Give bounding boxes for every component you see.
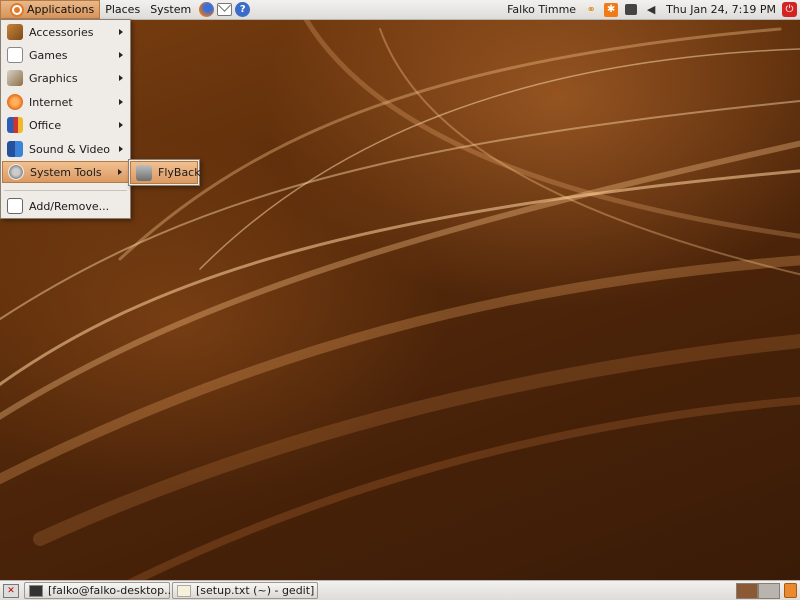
graphics-icon <box>7 70 23 86</box>
workspace-1[interactable] <box>736 583 758 599</box>
system-menu-button[interactable]: System <box>145 0 196 19</box>
top-panel-right: Falko Timme ⚭ ✱ ◀ Thu Jan 24, 7:19 PM ⏻ <box>507 0 800 19</box>
trash-icon[interactable] <box>784 583 797 598</box>
submenu-arrow-icon <box>119 52 123 58</box>
taskbar-window-terminal[interactable]: [falko@falko-desktop... <box>24 582 175 599</box>
accessories-icon <box>7 24 23 40</box>
menu-item-label: Sound & Video <box>29 142 111 156</box>
terminal-icon <box>29 584 43 597</box>
submenu-arrow-icon <box>119 122 123 128</box>
menu-item-flyback[interactable]: FlyBack <box>130 161 201 184</box>
applications-menu: Accessories Games Graphics Internet Offi… <box>0 19 131 219</box>
submenu-arrow-icon <box>119 75 123 81</box>
menu-item-label: Graphics <box>29 71 78 85</box>
submenu-arrow-icon <box>119 29 123 35</box>
mail-icon[interactable] <box>217 3 233 16</box>
system-tools-submenu: FlyBack <box>128 159 201 186</box>
gedit-icon <box>177 584 191 597</box>
internet-icon <box>7 94 23 110</box>
power-icon[interactable]: ⏻ <box>782 2 797 17</box>
menu-item-label: FlyBack <box>158 166 201 179</box>
menu-item-system-tools[interactable]: System Tools <box>2 161 129 183</box>
workspace-2[interactable] <box>758 583 780 599</box>
menu-item-games[interactable]: Games <box>2 44 129 66</box>
bottom-panel: ✕ [falko@falko-desktop... [setup.txt (~)… <box>0 580 800 600</box>
menu-item-graphics[interactable]: Graphics <box>2 67 129 89</box>
firefox-icon[interactable] <box>199 2 215 17</box>
workspace-switcher <box>736 583 780 599</box>
system-tools-icon <box>8 164 24 180</box>
ubuntu-logo-icon <box>10 2 24 17</box>
volume-icon[interactable]: ◀ <box>644 3 658 17</box>
clock[interactable]: Thu Jan 24, 7:19 PM <box>666 3 776 16</box>
applications-menu-button[interactable]: Applications <box>0 0 101 19</box>
games-icon <box>7 47 23 63</box>
menu-item-label: Games <box>29 48 68 62</box>
menu-item-label: Internet <box>29 95 73 109</box>
user-name[interactable]: Falko Timme <box>507 3 576 16</box>
menu-separator <box>4 190 127 191</box>
menu-item-label: System Tools <box>30 165 102 179</box>
submenu-arrow-icon <box>119 99 123 105</box>
network-icon[interactable] <box>624 3 638 17</box>
menu-item-sound-video[interactable]: Sound & Video <box>2 138 129 160</box>
menu-item-label: Office <box>29 118 62 132</box>
taskbar-window-label: [setup.txt (~) - gedit] <box>196 584 315 597</box>
add-remove-icon <box>7 198 23 214</box>
top-panel: Applications Places System ? Falko Timme… <box>0 0 800 20</box>
menu-item-internet[interactable]: Internet <box>2 91 129 113</box>
submenu-arrow-icon <box>119 146 123 152</box>
update-notifier-icon[interactable]: ✱ <box>604 2 619 17</box>
places-menu-button[interactable]: Places <box>100 0 145 19</box>
show-desktop-icon[interactable]: ✕ <box>3 583 19 598</box>
flyback-icon <box>136 164 152 181</box>
menu-item-label: Accessories <box>29 25 94 39</box>
applications-menu-label: Applications <box>27 3 95 16</box>
link-icon[interactable]: ⚭ <box>584 3 598 17</box>
taskbar-window-gedit[interactable]: [setup.txt (~) - gedit] <box>172 582 318 599</box>
help-icon[interactable]: ? <box>235 2 251 17</box>
office-icon <box>7 117 23 133</box>
sound-video-icon <box>7 141 23 157</box>
menu-item-office[interactable]: Office <box>2 114 129 136</box>
taskbar-window-label: [falko@falko-desktop... <box>48 584 175 597</box>
menu-item-add-remove[interactable]: Add/Remove... <box>2 195 129 217</box>
menu-item-label: Add/Remove... <box>29 199 110 213</box>
menu-item-accessories[interactable]: Accessories <box>2 21 129 43</box>
submenu-arrow-icon <box>118 169 122 175</box>
